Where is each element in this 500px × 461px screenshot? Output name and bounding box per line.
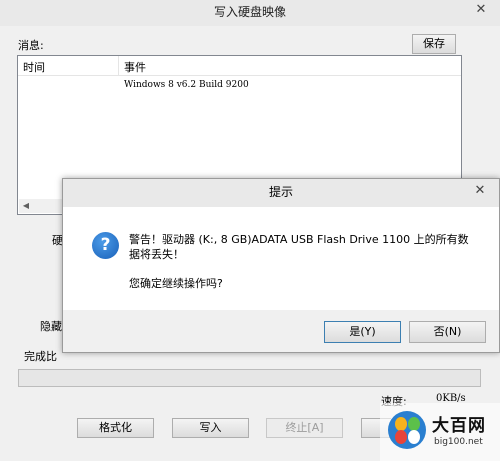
no-button[interactable]: 否(N) (409, 321, 486, 343)
confirm-dialog: 提示 ✕ ? 警告！驱动器 (K:, 8 GB)ADATA USB Flash … (62, 178, 500, 353)
log-row: Windows 8 v6.2 Build 9200 (124, 80, 249, 90)
dialog-title: 提示 (268, 185, 293, 199)
log-header: 时间 事件 (18, 56, 461, 76)
messages-label: 消息: (18, 39, 44, 52)
question-icon: ? (92, 232, 119, 259)
yes-button[interactable]: 是(Y) (324, 321, 401, 343)
save-button[interactable]: 保存 (412, 34, 456, 54)
warning-text-line2: 据将丢失！ (129, 248, 184, 261)
dialog-body: ? 警告！驱动器 (K:, 8 GB)ADATA USB Flash Drive… (63, 207, 499, 310)
stop-button[interactable]: 终止[A] (266, 418, 343, 438)
column-divider[interactable] (118, 56, 119, 76)
watermark: 大百网 big100.net (380, 403, 500, 461)
write-button[interactable]: 写入 (172, 418, 249, 438)
confirm-text: 您确定继续操作吗? (129, 277, 223, 290)
close-icon[interactable]: ✕ (468, 0, 494, 20)
main-titlebar: 写入硬盘映像 ✕ (0, 0, 500, 26)
progress-bar (18, 369, 481, 387)
watermark-title: 大百网 (432, 416, 486, 436)
format-button[interactable]: 格式化 (77, 418, 154, 438)
column-header-event[interactable]: 事件 (124, 59, 146, 75)
column-header-time[interactable]: 时间 (23, 59, 45, 75)
window-title: 写入硬盘映像 (213, 5, 286, 19)
warning-text-line1: 警告！驱动器 (K:, 8 GB)ADATA USB Flash Drive 1… (129, 233, 469, 246)
scroll-left-arrow-icon[interactable]: ◀ (20, 200, 32, 212)
dialog-close-icon[interactable]: ✕ (467, 179, 493, 203)
watermark-url: big100.net (434, 437, 483, 447)
dialog-titlebar: 提示 ✕ (63, 179, 499, 207)
progress-label: 完成比 (24, 350, 57, 363)
hide-partition-label: 隐藏 (40, 320, 62, 333)
watermark-logo-icon (388, 411, 426, 449)
